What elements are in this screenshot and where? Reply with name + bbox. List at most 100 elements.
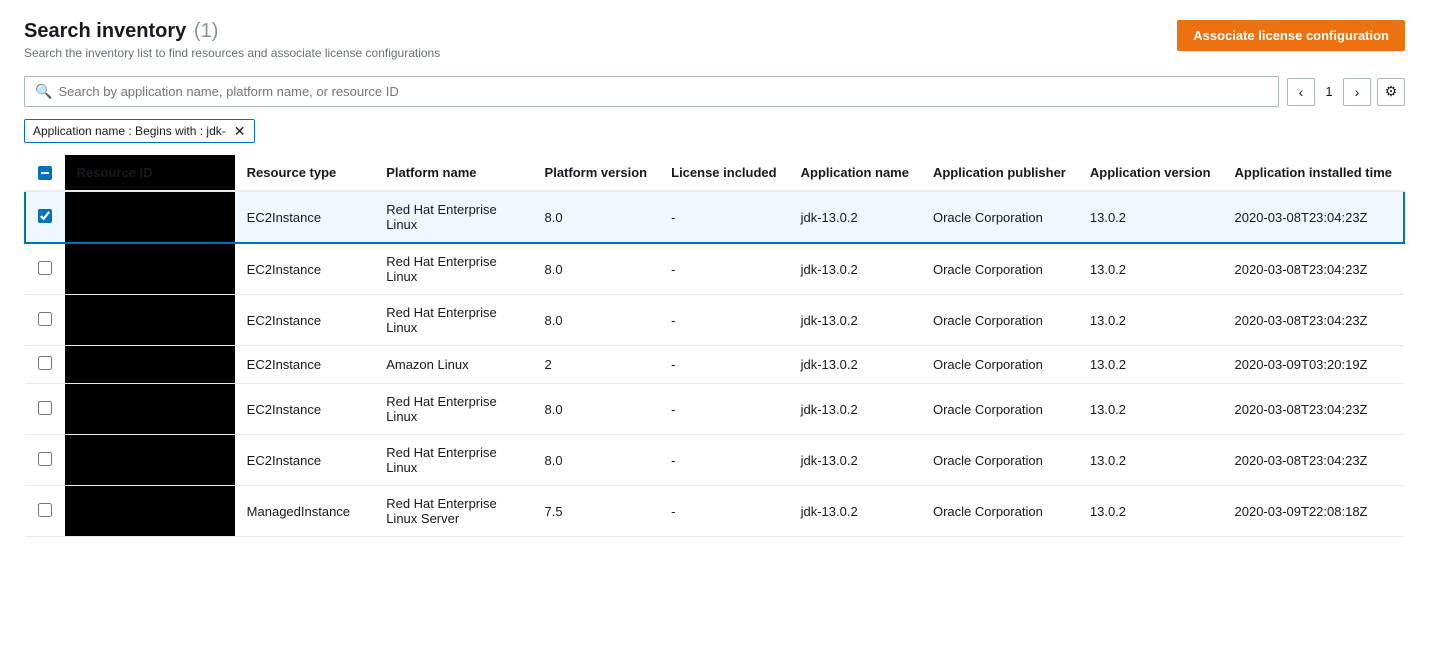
row-checkbox-4[interactable] bbox=[38, 401, 52, 415]
page-title: Search inventory bbox=[24, 20, 186, 42]
row-checkbox-6[interactable] bbox=[38, 503, 52, 517]
col-header-resource-id: Resource ID bbox=[65, 155, 235, 191]
row-app-version: 13.0.2 bbox=[1078, 295, 1223, 346]
col-header-platform-version: Platform version bbox=[533, 155, 660, 191]
col-header-app-name: Application name bbox=[789, 155, 921, 191]
row-app-publisher: Oracle Corporation bbox=[921, 486, 1078, 537]
row-checkbox-cell bbox=[25, 191, 65, 243]
row-platform-name: Red Hat Enterprise Linux bbox=[374, 384, 532, 435]
row-resource-type: EC2Instance bbox=[235, 295, 375, 346]
row-app-name: jdk-13.0.2 bbox=[789, 384, 921, 435]
col-header-platform-version-label: Platform version bbox=[545, 165, 648, 180]
col-header-app-name-label: Application name bbox=[801, 165, 909, 180]
row-app-version: 13.0.2 bbox=[1078, 346, 1223, 384]
row-resource-id[interactable]: REDACTED bbox=[65, 191, 235, 243]
filter-tag-remove-0[interactable]: ✕ bbox=[234, 124, 246, 138]
col-header-license-included-label: License included bbox=[671, 165, 776, 180]
row-platform-version: 7.5 bbox=[533, 486, 660, 537]
row-resource-id[interactable]: REDACTED bbox=[65, 486, 235, 537]
row-checkbox-cell bbox=[25, 243, 65, 295]
prev-page-button[interactable]: ‹ bbox=[1287, 78, 1315, 106]
row-platform-version: 2 bbox=[533, 346, 660, 384]
row-app-installed-time: 2020-03-09T03:20:19Z bbox=[1223, 346, 1404, 384]
title-block: Search inventory (1) Search the inventor… bbox=[24, 20, 440, 60]
indeterminate-checkbox[interactable] bbox=[38, 166, 52, 180]
col-header-resource-id-label: Resource ID bbox=[77, 165, 153, 180]
row-app-publisher: Oracle Corporation bbox=[921, 435, 1078, 486]
header-row: Search inventory (1) Search the inventor… bbox=[24, 20, 1405, 60]
row-platform-name: Red Hat Enterprise Linux Server bbox=[374, 486, 532, 537]
row-platform-name: Red Hat Enterprise Linux bbox=[374, 295, 532, 346]
col-header-platform-name-label: Platform name bbox=[386, 165, 476, 180]
table-row: REDACTEDEC2InstanceAmazon Linux2-jdk-13.… bbox=[25, 346, 1404, 384]
row-app-version: 13.0.2 bbox=[1078, 486, 1223, 537]
table-row: REDACTEDManagedInstanceRed Hat Enterpris… bbox=[25, 486, 1404, 537]
row-checkbox-cell bbox=[25, 346, 65, 384]
row-platform-version: 8.0 bbox=[533, 435, 660, 486]
associate-license-button[interactable]: Associate license configuration bbox=[1177, 20, 1405, 51]
row-checkbox-2[interactable] bbox=[38, 312, 52, 326]
search-box: 🔍 bbox=[24, 76, 1279, 107]
row-platform-name: Amazon Linux bbox=[374, 346, 532, 384]
row-checkbox-1[interactable] bbox=[38, 261, 52, 275]
row-license-included: - bbox=[659, 295, 788, 346]
select-all-header bbox=[25, 155, 65, 191]
row-resource-id[interactable]: REDACTED bbox=[65, 384, 235, 435]
col-header-license-included: License included bbox=[659, 155, 788, 191]
page-title-line: Search inventory (1) bbox=[24, 20, 440, 43]
row-resource-type: EC2Instance bbox=[235, 384, 375, 435]
table-row: REDACTEDEC2InstanceRed Hat Enterprise Li… bbox=[25, 295, 1404, 346]
col-header-app-installed-label: Application installed time bbox=[1235, 165, 1392, 180]
header-checkbox-container[interactable] bbox=[33, 166, 57, 180]
row-resource-type: EC2Instance bbox=[235, 346, 375, 384]
row-app-installed-time: 2020-03-08T23:04:23Z bbox=[1223, 191, 1404, 243]
row-license-included: - bbox=[659, 191, 788, 243]
search-input[interactable] bbox=[58, 84, 1268, 99]
table-row: REDACTEDEC2InstanceRed Hat Enterprise Li… bbox=[25, 435, 1404, 486]
col-header-app-installed: Application installed time bbox=[1223, 155, 1404, 191]
page-number: 1 bbox=[1321, 84, 1337, 99]
row-checkbox-3[interactable] bbox=[38, 356, 52, 370]
page-subtitle: Search the inventory list to find resour… bbox=[24, 46, 440, 60]
row-platform-name: Red Hat Enterprise Linux bbox=[374, 435, 532, 486]
row-checkbox-cell bbox=[25, 295, 65, 346]
page-wrapper: Search inventory (1) Search the inventor… bbox=[0, 0, 1429, 662]
row-app-name: jdk-13.0.2 bbox=[789, 243, 921, 295]
inventory-table: Resource ID Resource type Platform name … bbox=[24, 155, 1405, 537]
table-row: REDACTEDEC2InstanceRed Hat Enterprise Li… bbox=[25, 384, 1404, 435]
row-app-installed-time: 2020-03-08T23:04:23Z bbox=[1223, 243, 1404, 295]
row-license-included: - bbox=[659, 486, 788, 537]
table-container: Resource ID Resource type Platform name … bbox=[24, 155, 1405, 537]
filter-row: Application name : Begins with : jdk- ✕ bbox=[24, 119, 1405, 143]
col-header-platform-name: Platform name bbox=[374, 155, 532, 191]
col-header-resource-type-label: Resource type bbox=[247, 165, 337, 180]
row-checkbox-cell bbox=[25, 486, 65, 537]
row-license-included: - bbox=[659, 384, 788, 435]
row-checkbox-cell bbox=[25, 384, 65, 435]
col-header-app-publisher: Application publisher bbox=[921, 155, 1078, 191]
row-checkbox-5[interactable] bbox=[38, 452, 52, 466]
row-app-installed-time: 2020-03-08T23:04:23Z bbox=[1223, 384, 1404, 435]
search-row: 🔍 ‹ 1 › ⚙ bbox=[24, 76, 1405, 107]
search-icon: 🔍 bbox=[35, 83, 52, 100]
row-platform-version: 8.0 bbox=[533, 243, 660, 295]
row-resource-id[interactable]: REDACTED bbox=[65, 243, 235, 295]
table-body: REDACTEDEC2InstanceRed Hat Enterprise Li… bbox=[25, 191, 1404, 537]
row-platform-version: 8.0 bbox=[533, 384, 660, 435]
row-checkbox-0[interactable] bbox=[38, 209, 52, 223]
filter-tag-label-0: Application name : Begins with : jdk- bbox=[33, 124, 226, 138]
settings-button[interactable]: ⚙ bbox=[1377, 78, 1405, 106]
row-app-version: 13.0.2 bbox=[1078, 191, 1223, 243]
table-header: Resource ID Resource type Platform name … bbox=[25, 155, 1404, 191]
row-license-included: - bbox=[659, 435, 788, 486]
next-page-button[interactable]: › bbox=[1343, 78, 1371, 106]
row-resource-id[interactable]: REDACTED bbox=[65, 295, 235, 346]
row-checkbox-cell bbox=[25, 435, 65, 486]
row-app-name: jdk-13.0.2 bbox=[789, 295, 921, 346]
col-header-app-publisher-label: Application publisher bbox=[933, 165, 1066, 180]
row-resource-id[interactable]: REDACTED bbox=[65, 346, 235, 384]
pagination-controls: ‹ 1 › ⚙ bbox=[1287, 78, 1405, 106]
row-platform-version: 8.0 bbox=[533, 295, 660, 346]
row-resource-id[interactable]: REDACTED bbox=[65, 435, 235, 486]
table-row: REDACTEDEC2InstanceRed Hat Enterprise Li… bbox=[25, 191, 1404, 243]
